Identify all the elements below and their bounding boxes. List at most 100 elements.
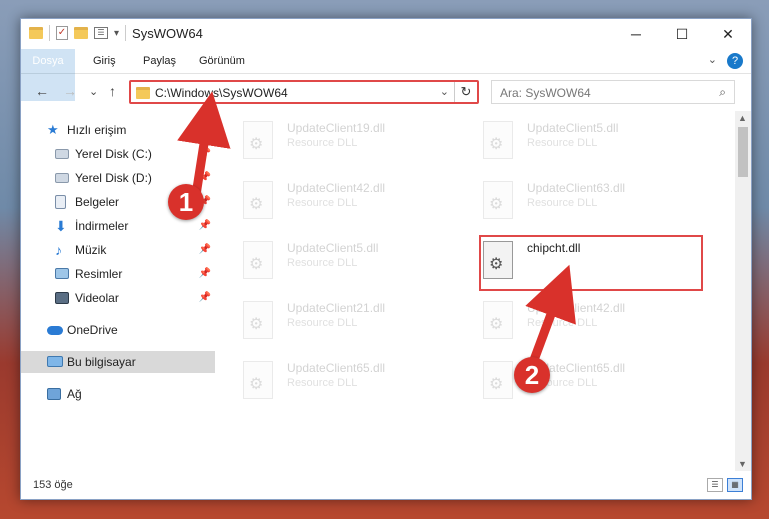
file-name: UpdateClient5.dll	[287, 241, 379, 255]
minimize-button[interactable]: ─	[613, 19, 659, 49]
status-bar: 153 öğe ☰ ▦	[21, 475, 751, 497]
sidebar-item-label: Resimler	[75, 267, 123, 281]
file-highlight-box	[479, 235, 703, 291]
address-path[interactable]: C:\Windows\SysWOW64	[155, 86, 288, 100]
dll-file-icon: ⚙	[243, 361, 273, 399]
sidebar-item-quick-access[interactable]: ★ Hızlı erişim	[21, 119, 215, 141]
sidebar-item-videos[interactable]: Videolar 📌	[21, 287, 215, 309]
search-icon[interactable]: ⌕	[719, 85, 726, 100]
scroll-down-icon[interactable]: ▼	[738, 459, 747, 469]
sidebar-item-label: İndirmeler	[75, 219, 129, 233]
network-icon	[47, 388, 61, 400]
recent-locations-button[interactable]: ⌄	[89, 85, 98, 98]
properties-icon[interactable]: ✓	[56, 26, 68, 40]
dll-file-icon: ⚙	[483, 301, 513, 339]
folder-icon	[29, 27, 43, 39]
quick-access-toolbar: ✓ ☰ ▾ SysWOW64	[29, 25, 203, 41]
details-view-icon[interactable]: ☰	[707, 478, 723, 492]
view-switcher: ☰ ▦	[707, 478, 743, 492]
documents-icon	[55, 195, 66, 209]
tab-share[interactable]: Paylaş	[143, 49, 176, 73]
toolbar-separator	[125, 25, 127, 41]
file-name: UpdateClient42.dll	[287, 181, 386, 195]
file-description: Resource DLL	[287, 377, 358, 389]
window-controls: ─ ☐ ✕	[613, 19, 751, 49]
address-dropdown-icon[interactable]: ⌄	[440, 85, 449, 98]
help-icon[interactable]: ?	[727, 53, 743, 69]
cloud-icon	[47, 326, 63, 335]
navigation-bar: ← → ⌄ ↑ C:\Windows\SysWOW64 ⌄ ↻ Ara: Sys…	[21, 77, 751, 107]
file-item[interactable]: ⚙ UpdateClient42.dll Resource DLL	[237, 179, 457, 231]
ribbon-tabs: Dosya Giriş Paylaş Görünüm ⌄ ?	[21, 49, 751, 101]
sidebar-item-pictures[interactable]: Resimler 📌	[21, 263, 215, 285]
file-name: UpdateClient42.dll	[527, 301, 626, 315]
file-item[interactable]: ⚙ UpdateClient21.dll Resource DLL	[237, 299, 457, 351]
window-title: SysWOW64	[132, 25, 203, 41]
file-item[interactable]: ⚙ UpdateClient63.dll Resource DLL	[477, 179, 697, 231]
sidebar-item-label: Videolar	[75, 291, 119, 305]
file-item[interactable]: ⚙ UpdateClient5.dll Resource DLL	[477, 119, 697, 171]
maximize-button[interactable]: ☐	[659, 19, 705, 49]
pin-icon: 📌	[198, 268, 211, 279]
file-item[interactable]: ⚙ UpdateClient42.dll Resource DLL	[477, 299, 697, 351]
file-item[interactable]: ⚙ UpdateClient65.dll Resource DLL	[477, 359, 697, 411]
sidebar-item-local-disk-c[interactable]: Yerel Disk (C:) 📌	[21, 143, 215, 165]
sidebar-item-label: Müzik	[75, 243, 107, 257]
close-button[interactable]: ✕	[705, 19, 751, 49]
up-button[interactable]: ↑	[109, 83, 116, 99]
sidebar-item-onedrive[interactable]: OneDrive	[21, 319, 215, 341]
search-placeholder: Ara: SysWOW64	[500, 86, 591, 100]
sidebar-item-label: OneDrive	[67, 323, 118, 337]
pictures-icon	[55, 268, 69, 279]
new-folder-icon[interactable]	[74, 27, 88, 39]
tab-view[interactable]: Görünüm	[199, 49, 245, 73]
sidebar-item-this-pc[interactable]: Bu bilgisayar	[21, 351, 215, 373]
search-box[interactable]: Ara: SysWOW64 ⌕	[491, 80, 735, 104]
file-item[interactable]: ⚙ UpdateClient5.dll Resource DLL	[237, 239, 457, 291]
pin-icon: 📌	[198, 148, 211, 159]
sidebar-item-music[interactable]: ♪ Müzik 📌	[21, 239, 215, 261]
scrollbar-thumb[interactable]	[738, 127, 748, 177]
tab-home[interactable]: Giriş	[93, 49, 116, 73]
sidebar-item-label: Belgeler	[75, 195, 120, 209]
file-name: UpdateClient21.dll	[287, 301, 386, 315]
file-description: Resource DLL	[287, 197, 358, 209]
file-name: UpdateClient5.dll	[527, 121, 619, 135]
computer-icon	[47, 356, 63, 367]
dll-file-icon: ⚙	[243, 301, 273, 339]
sidebar-item-label: Bu bilgisayar	[67, 355, 136, 369]
drive-icon	[55, 149, 69, 159]
file-description: Resource DLL	[527, 137, 598, 149]
address-bar[interactable]: C:\Windows\SysWOW64 ⌄ ↻	[129, 80, 479, 104]
step-marker-1: 1	[168, 184, 204, 220]
pin-icon: 📌	[198, 172, 211, 183]
sidebar-item-label: Yerel Disk (C:)	[75, 147, 152, 161]
music-icon: ♪	[55, 242, 62, 258]
refresh-button[interactable]: ↻	[454, 82, 477, 102]
scroll-up-icon[interactable]: ▲	[738, 113, 747, 123]
sidebar-item-label: Yerel Disk (D:)	[75, 171, 152, 185]
back-button[interactable]: ←	[35, 83, 49, 99]
dll-file-icon: ⚙	[243, 241, 273, 279]
toolbar-dropdown-icon[interactable]: ▾	[114, 28, 119, 39]
vertical-scrollbar[interactable]: ▲ ▼	[735, 111, 751, 471]
file-description: Resource DLL	[287, 317, 358, 329]
folder-icon	[136, 87, 150, 99]
file-item[interactable]: ⚙ UpdateClient19.dll Resource DLL	[237, 119, 457, 171]
large-icons-view-icon[interactable]: ▦	[727, 478, 743, 492]
title-bar: ✓ ☰ ▾ SysWOW64 ─ ☐ ✕	[21, 19, 751, 49]
file-description: Resource DLL	[527, 197, 598, 209]
dll-file-icon: ⚙	[243, 181, 273, 219]
file-description: Resource DLL	[527, 317, 598, 329]
videos-icon	[55, 292, 69, 304]
ribbon-expand-icon[interactable]: ⌄	[708, 53, 717, 69]
customize-toolbar-icon[interactable]: ☰	[94, 27, 108, 39]
sidebar-item-label: Hızlı erişim	[67, 123, 127, 137]
sidebar-item-network[interactable]: Ağ	[21, 383, 215, 405]
file-item[interactable]: ⚙ UpdateClient65.dll Resource DLL	[237, 359, 457, 411]
forward-button[interactable]: →	[63, 83, 77, 99]
file-name: UpdateClient65.dll	[287, 361, 386, 375]
file-description: Resource DLL	[287, 137, 358, 149]
dll-file-icon: ⚙	[243, 121, 273, 159]
ribbon-controls: ⌄ ?	[708, 53, 743, 69]
